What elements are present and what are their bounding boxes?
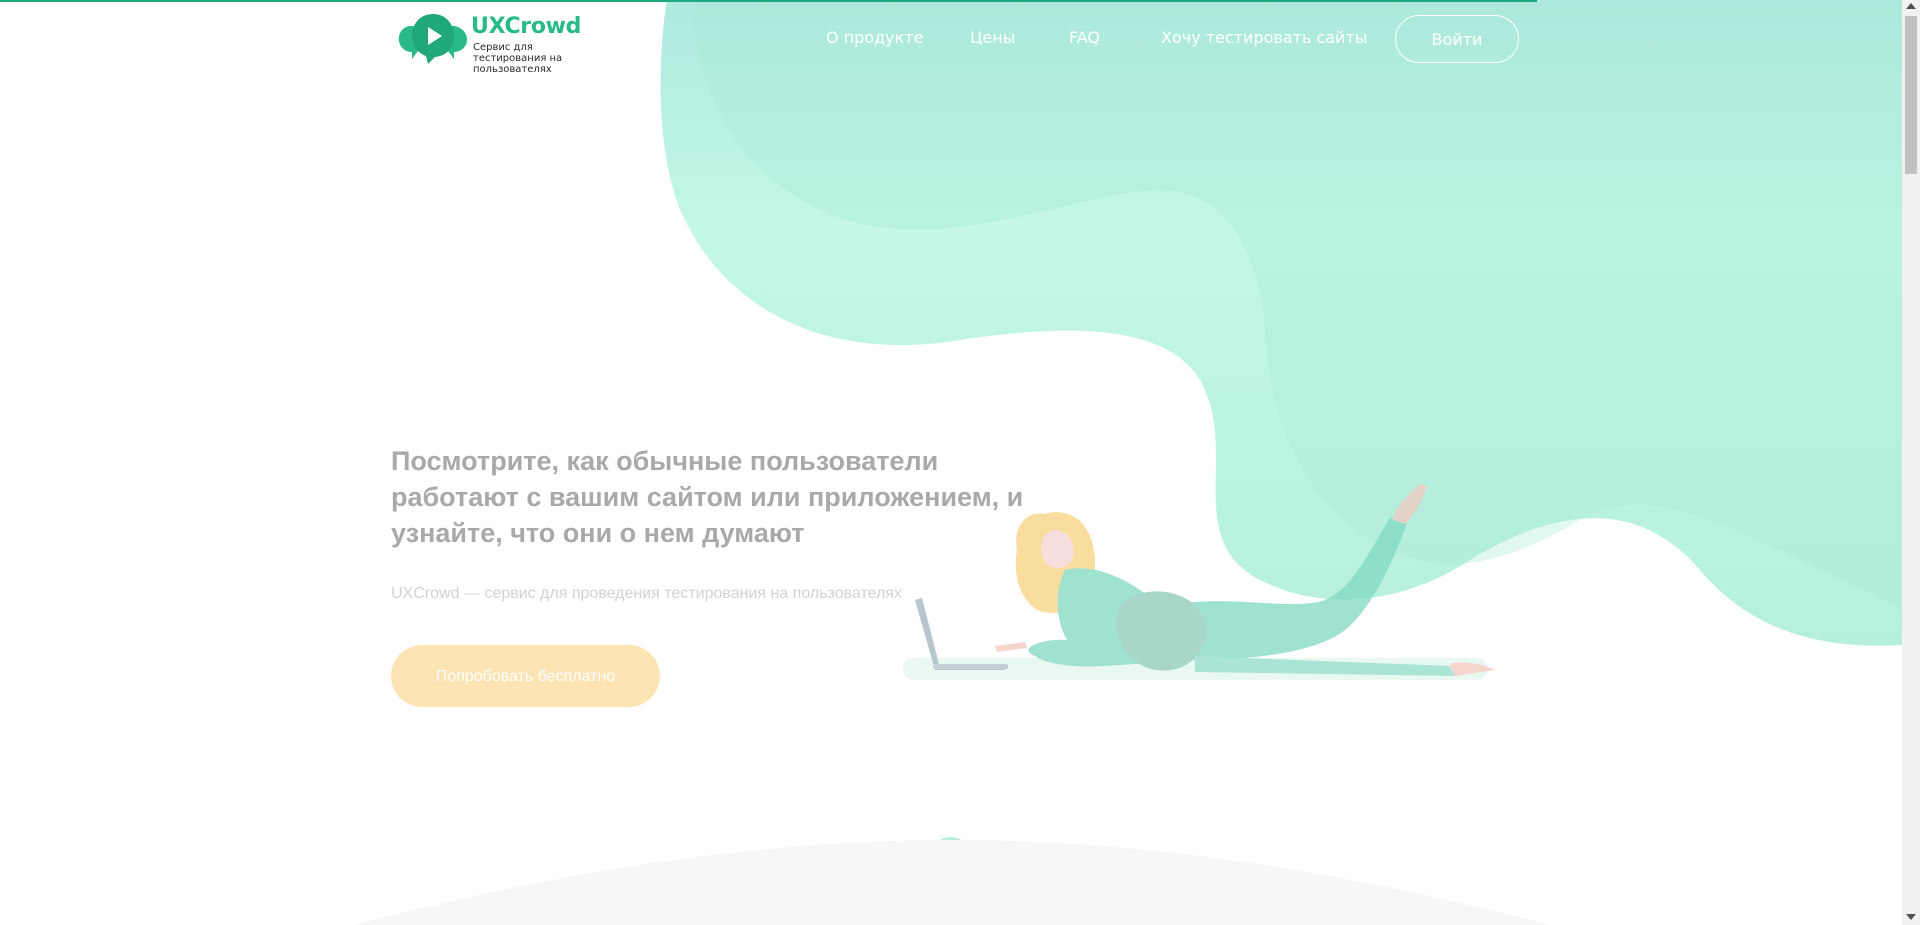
vertical-scrollbar[interactable] xyxy=(1902,0,1920,925)
scrollbar-thumb[interactable] xyxy=(1905,16,1917,174)
page: UXCrowd Сервис для тестирования на польз… xyxy=(0,0,1902,925)
nav-item-about[interactable]: О продукте xyxy=(826,28,923,48)
nav-item-become-tester[interactable]: Хочу тестировать сайты xyxy=(1161,28,1367,48)
site-header: UXCrowd Сервис для тестирования на польз… xyxy=(0,0,1902,80)
logo-name: UXCrowd xyxy=(471,14,582,39)
nav-item-prices[interactable]: Цены xyxy=(970,28,1015,48)
try-free-button[interactable]: Попробовать бесплатно xyxy=(391,645,660,707)
site-logo[interactable]: UXCrowd Сервис для тестирования на польз… xyxy=(398,12,598,75)
login-button[interactable]: Войти xyxy=(1395,15,1519,63)
play-bubbles-icon xyxy=(398,14,468,64)
woman-with-laptop-illustration xyxy=(903,484,1495,680)
nav-item-faq[interactable]: FAQ xyxy=(1069,28,1100,48)
scroll-down-arrow-icon[interactable] xyxy=(1906,914,1916,920)
scroll-up-arrow-icon[interactable] xyxy=(1906,3,1916,9)
hero-subtitle: UXCrowd — сервис для проведения тестиров… xyxy=(391,585,902,602)
logo-tagline: Сервис для тестирования на пользователях xyxy=(473,42,563,75)
section-divider-arc xyxy=(355,840,1550,925)
